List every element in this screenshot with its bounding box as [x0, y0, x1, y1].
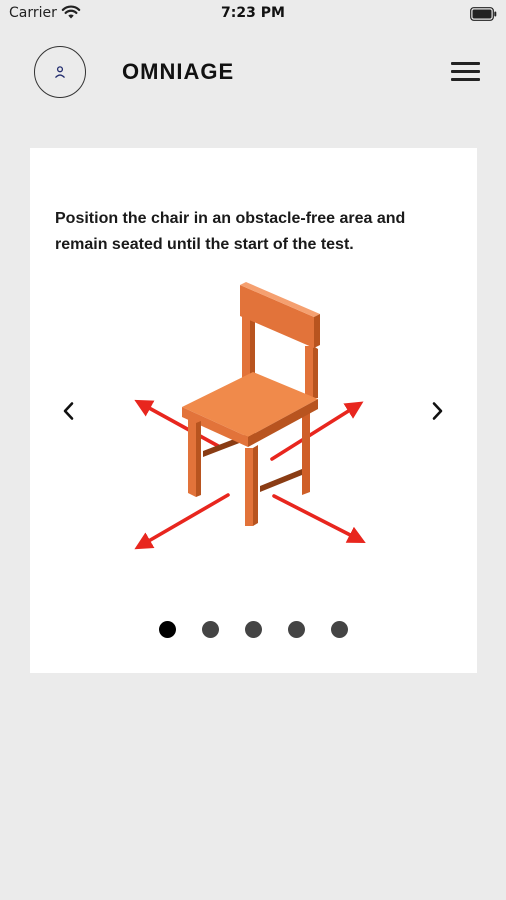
carousel-pagination	[30, 620, 477, 640]
instruction-text: Position the chair in an obstacle-free a…	[55, 210, 406, 253]
onboarding-card: Position the chair in an obstacle-free a…	[30, 148, 477, 673]
user-icon	[55, 66, 65, 79]
status-time: 7:23 PM	[221, 5, 285, 21]
profile-avatar-button[interactable]	[34, 46, 86, 98]
chair-illustration	[134, 282, 366, 550]
page-dot-4[interactable]	[288, 621, 305, 638]
page-dot-3[interactable]	[245, 621, 262, 638]
brand-title: OMNIAGE	[122, 59, 235, 84]
chevron-left-icon[interactable]	[57, 399, 81, 423]
page-dot-1[interactable]	[159, 621, 176, 638]
app-header: OMNIAGE	[0, 40, 506, 104]
status-bar: Carrier 7:23 PM	[0, 0, 506, 26]
page-dot-2[interactable]	[202, 621, 219, 638]
page-dot-5[interactable]	[331, 621, 348, 638]
hamburger-menu-icon[interactable]	[448, 58, 482, 86]
chevron-right-icon[interactable]	[425, 399, 449, 423]
battery-icon	[470, 6, 497, 21]
chair-icon	[182, 282, 320, 526]
